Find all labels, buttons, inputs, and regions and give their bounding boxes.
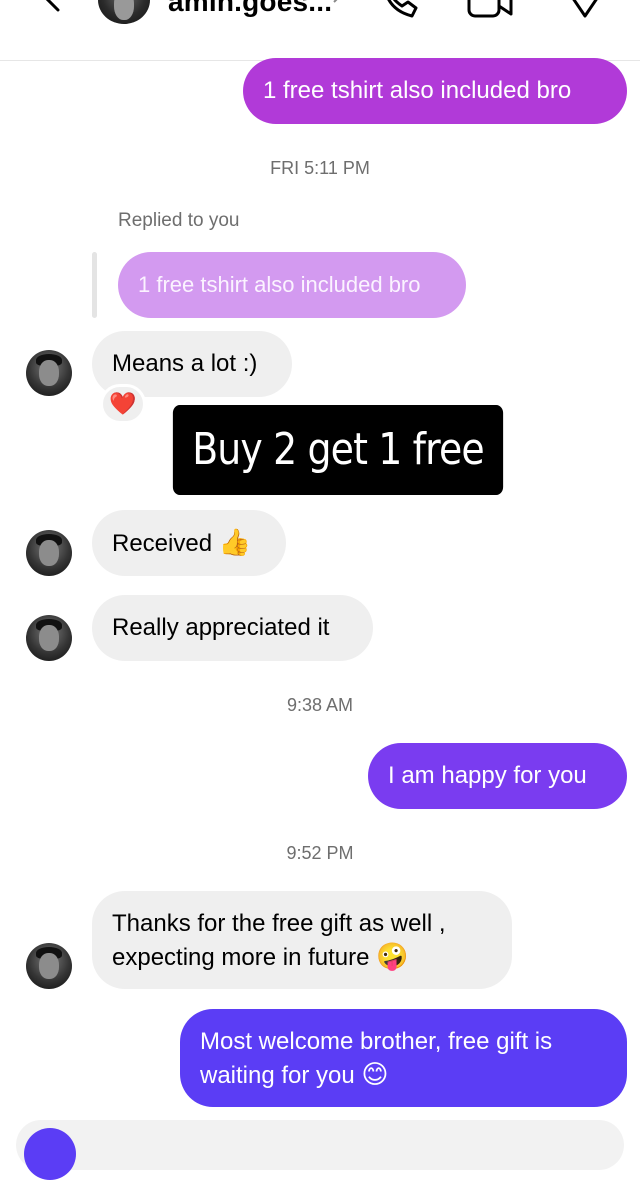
promo-sticker: Buy 2 get 1 free gift — [172, 405, 504, 565]
smiling-face-emoji: 😊 — [361, 1059, 389, 1089]
video-camera-icon — [467, 0, 513, 18]
outgoing-message[interactable]: Most welcome brother, free gift is waiti… — [180, 1009, 627, 1107]
timestamp: FRI 5:11 PM — [270, 158, 370, 178]
sender-avatar[interactable] — [26, 615, 72, 661]
header-avatar[interactable] — [98, 0, 150, 24]
timestamp: 9:52 PM — [286, 843, 354, 863]
audio-call-button[interactable] — [378, 0, 420, 25]
video-call-button[interactable] — [466, 0, 514, 25]
heart-reaction[interactable]: ❤️ — [100, 384, 146, 424]
reply-divider — [92, 252, 97, 318]
heart-icon — [572, 0, 598, 18]
message-text: Really appreciated it — [112, 614, 330, 641]
sender-avatar[interactable] — [26, 530, 72, 576]
incoming-message[interactable]: Thanks for the free gift as well , expec… — [92, 891, 512, 989]
message-text-line: waiting for you — [200, 1062, 355, 1089]
chat-header: amin.goes... — [0, 0, 640, 61]
sender-avatar[interactable] — [26, 350, 72, 396]
thumbs-up-emoji: 👍 — [218, 527, 252, 557]
zany-face-emoji: 🤪 — [376, 941, 409, 971]
heart-button[interactable] — [560, 0, 610, 25]
back-arrow-icon — [45, 0, 60, 12]
outgoing-message[interactable]: 1 free tshirt also included bro — [243, 58, 627, 124]
message-text: I am happy for you — [388, 762, 587, 789]
message-text-line: Thanks for the free gift as well , — [112, 910, 446, 937]
timestamp: 9:38 AM — [286, 695, 354, 715]
outgoing-message[interactable]: I am happy for you — [368, 743, 627, 809]
sender-avatar[interactable] — [26, 943, 72, 989]
quoted-message[interactable]: 1 free tshirt also included bro — [118, 252, 466, 318]
incoming-message[interactable]: Really appreciated it — [92, 595, 373, 661]
message-text: Means a lot :) — [112, 350, 258, 377]
back-button[interactable] — [28, 0, 68, 18]
message-text: 1 free tshirt also included bro — [263, 77, 572, 104]
message-text: Received — [112, 530, 213, 557]
message-text-line: expecting more in future — [112, 944, 370, 971]
phone-icon — [387, 0, 418, 18]
contact-name[interactable]: amin.goes... — [168, 0, 332, 18]
camera-button[interactable] — [24, 1128, 76, 1180]
message-text-line: Most welcome brother, free gift is — [200, 1028, 553, 1055]
quoted-text: 1 free tshirt also included bro — [138, 272, 421, 297]
incoming-message[interactable]: Received 👍 — [92, 510, 286, 576]
chevron-right-icon[interactable] — [330, 0, 346, 13]
message-composer[interactable] — [16, 1120, 624, 1170]
reply-label: Replied to you — [118, 210, 240, 231]
